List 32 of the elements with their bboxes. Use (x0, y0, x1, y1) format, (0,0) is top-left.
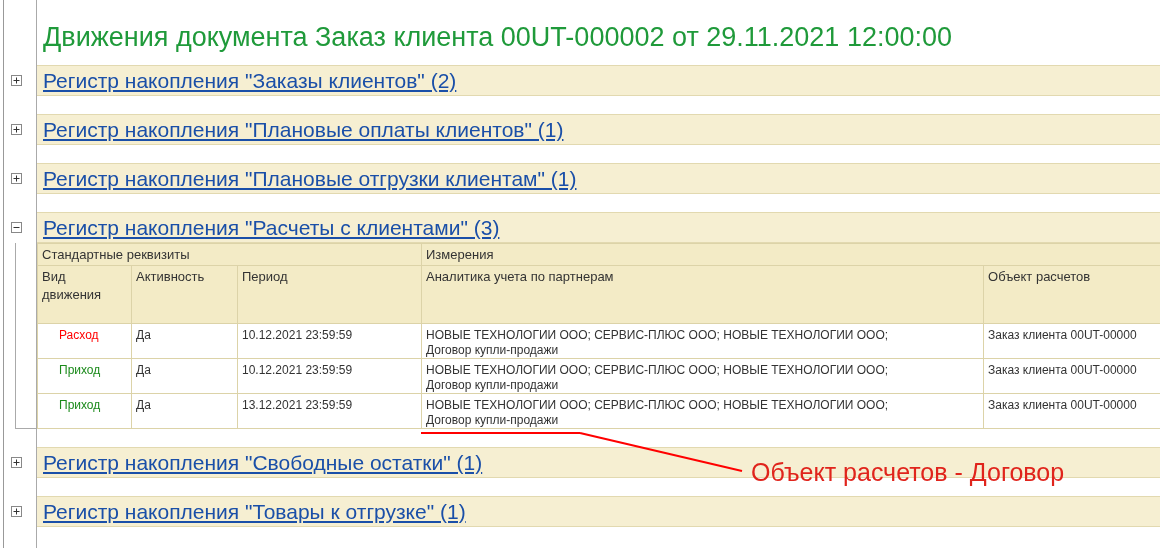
expand-icon[interactable] (10, 124, 22, 135)
page-title: Движения документа Заказ клиента 00UT-000002 от 29.11.2021 12:00:00 (42, 21, 953, 54)
annotation-label: Объект расчетов - Договор (751, 457, 1065, 488)
table-cell: НОВЫЕ ТЕХНОЛОГИИ ООО; СЕРВИС-ПЛЮС ООО; НОВЫЕ ТЕХНОЛОГИИ ООО; Договор купли-продажи (421, 393, 984, 429)
table-cell: Расход (37, 323, 132, 359)
collapse-icon[interactable] (10, 222, 22, 233)
expand-icon[interactable] (10, 173, 22, 184)
table-cell: Да (131, 358, 238, 394)
column-group-header: Измерения (421, 243, 1160, 266)
table-cell: 10.12.2021 23:59:59 (237, 358, 422, 394)
table-cell: Приход (37, 358, 132, 394)
table-cell: НОВЫЕ ТЕХНОЛОГИИ ООО; СЕРВИС-ПЛЮС ООО; НОВЫЕ ТЕХНОЛОГИИ ООО; Договор купли-продажи (421, 323, 984, 359)
register-link[interactable]: Регистр накопления "Товары к отгрузке" (1) (43, 495, 466, 528)
column-group-header: Стандартные реквизиты (37, 243, 422, 266)
register-link[interactable]: Регистр накопления "Расчеты с клиентами" (3) (43, 211, 500, 244)
table-cell: 10.12.2021 23:59:59 (237, 323, 422, 359)
table-cell: Да (131, 323, 238, 359)
expand-icon[interactable] (10, 457, 22, 468)
column-header[interactable]: Вид движения (37, 265, 132, 324)
table-cell: Приход (37, 393, 132, 429)
column-header[interactable]: Период (237, 265, 422, 324)
column-header[interactable]: Аналитика учета по партнерам (421, 265, 984, 324)
register-link[interactable]: Регистр накопления "Плановые оплаты клиентов" (1) (43, 113, 564, 146)
expand-icon[interactable] (10, 506, 22, 517)
table-cell: Да (131, 393, 238, 429)
table-cell: НОВЫЕ ТЕХНОЛОГИИ ООО; СЕРВИС-ПЛЮС ООО; НОВЫЕ ТЕХНОЛОГИИ ООО; Договор купли-продажи (421, 358, 984, 394)
table-cell: 13.12.2021 23:59:59 (237, 393, 422, 429)
register-link[interactable]: Регистр накопления "Заказы клиентов" (2) (43, 64, 457, 97)
register-link[interactable]: Регистр накопления "Плановые отгрузки клиентам" (1) (43, 162, 577, 195)
register-link[interactable]: Регистр накопления "Свободные остатки" (1) (43, 446, 483, 479)
expand-icon[interactable] (10, 75, 22, 86)
column-header[interactable]: Активность (131, 265, 238, 324)
